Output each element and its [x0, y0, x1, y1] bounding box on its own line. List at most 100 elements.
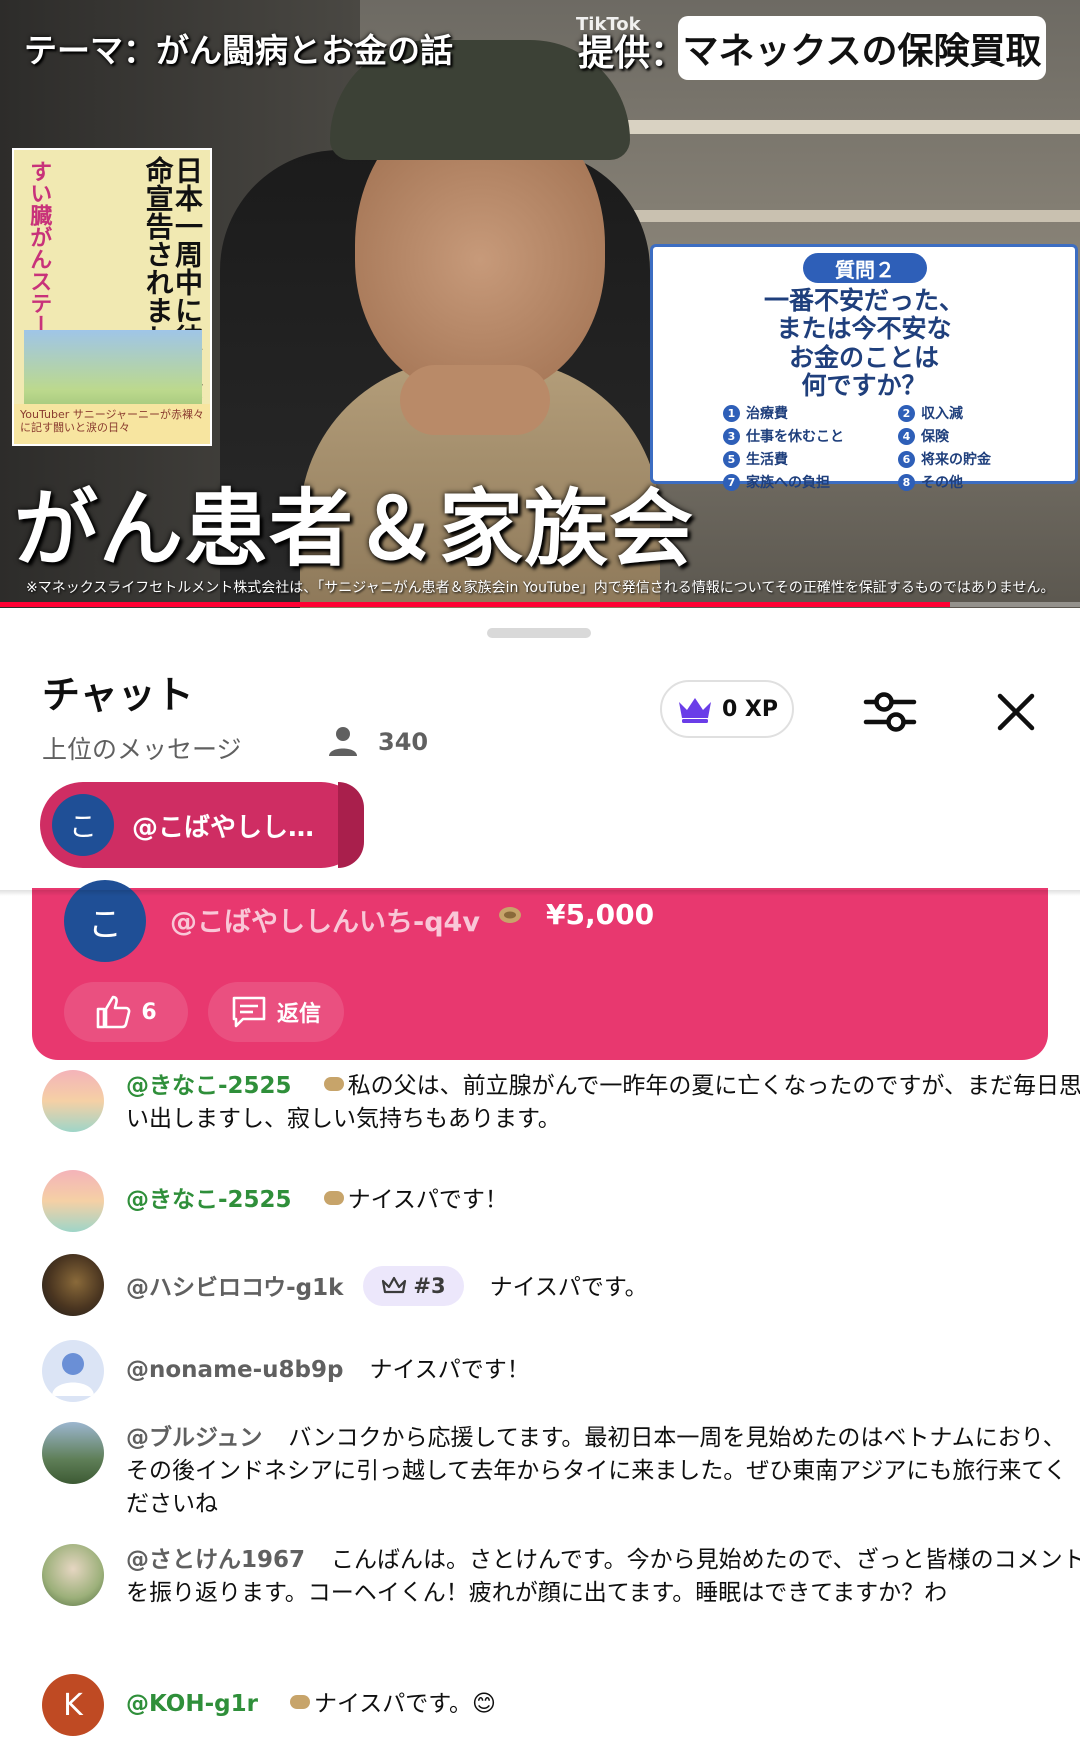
quiz-option-number: 5 [723, 450, 740, 468]
rank-label: #3 [413, 1273, 446, 1298]
crown-icon [382, 1276, 407, 1294]
member-badge-icon [323, 1076, 344, 1091]
avatar[interactable] [42, 1340, 104, 1402]
superchat-author[interactable]: @こばやししんいち-q4v [170, 900, 480, 939]
quiz-question: 一番不安だった、 または今不安な お金のことは 何ですか？ [653, 286, 1075, 400]
quiz-option-number: 7 [723, 473, 740, 491]
message-text: ナイスパです。😊 [313, 1691, 496, 1717]
message-text: バンコクから応援してます。最初日本一周を見始めたのはベトナムにおり、その後インド… [126, 1425, 1067, 1517]
chat-title: チャット [42, 673, 194, 717]
quiz-option: 3 仕事を休むこと [723, 426, 888, 446]
quiz-option-label: 保険 [921, 429, 949, 445]
quiz-options: 1 治療費 2 収入減 3 仕事を休むこと 4 保険 5 生活費 6 将来の貯金 7 家族への… [723, 403, 1063, 492]
quiz-option: 8 その他 [898, 472, 1063, 492]
streamer-hand [400, 365, 550, 435]
quiz-question-line: お金のことは [788, 342, 939, 372]
chat-settings-button[interactable] [860, 684, 920, 740]
chat-message-body: @きなこ-2525 私の父は、前立腺がんで一昨年の夏に亡くなったのですが、まだ毎日… [126, 1070, 1080, 1136]
video-big-title: がん患者＆家族会 [14, 480, 695, 578]
quiz-option-label: 生活費 [746, 452, 788, 468]
video-disclaimer: ※マネックスライフセトルメント株式会社は、「サニジャニがん患者＆家族会in Yo… [26, 580, 1055, 596]
avatar: こ [52, 794, 114, 856]
chat-filter-dropdown[interactable]: 上位のメッセージ [42, 730, 242, 766]
video-progress-bar[interactable] [0, 602, 1080, 607]
quiz-option-label: 治療費 [746, 406, 788, 422]
quiz-option-number: 2 [898, 404, 915, 422]
message-author[interactable]: @きなこ-2525 [126, 1073, 292, 1099]
sheet-drag-handle[interactable] [487, 628, 591, 638]
quiz-option-label: 仕事を休むこと [746, 429, 844, 445]
sponsor-label: 提供： [578, 33, 687, 74]
quiz-question-line: 何ですか？ [801, 370, 927, 400]
crown-icon [678, 698, 711, 723]
sliders-icon [863, 692, 917, 732]
quiz-option-label: その他 [921, 475, 963, 491]
message-author[interactable]: @ハシビロコウ-g1k [126, 1275, 343, 1301]
message-author[interactable]: @KOH-g1r [126, 1691, 258, 1717]
avatar[interactable] [42, 1070, 104, 1132]
chat-message-body: @きなこ-2525 ナイスパです！ [126, 1184, 1080, 1217]
quiz-option: 4 保険 [898, 426, 1063, 446]
quiz-question-line: または今不安な [776, 314, 952, 344]
message-author[interactable]: @さとけん1967 [126, 1547, 305, 1573]
avatar[interactable] [42, 1544, 104, 1606]
avatar[interactable] [42, 1170, 104, 1232]
default-avatar-icon [52, 1353, 94, 1396]
pinned-superchat-chip[interactable]: こ @こばやしし… [40, 782, 364, 868]
like-button[interactable]: 6 [64, 982, 188, 1042]
quiz-panel: 質問２ 一番不安だった、 または今不安な お金のことは 何ですか？ 1 治療費 2… [650, 244, 1078, 491]
close-chat-button[interactable] [990, 686, 1042, 738]
video-player[interactable]: テーマ：がん闘病とお金の話 TikTok 提供： マネックスの保険買取 日本一周… [0, 0, 1080, 608]
avatar[interactable] [42, 1254, 104, 1316]
reply-comment-icon [232, 996, 266, 1028]
sponsor-name: マネックスの保険買取 [678, 16, 1046, 80]
message-author[interactable]: @ブルジュン [126, 1425, 262, 1451]
reply-label: 返信 [276, 1002, 321, 1027]
xp-button[interactable]: 0 XP [660, 680, 794, 738]
quiz-option: 7 家族への負担 [723, 472, 888, 492]
header-divider [0, 890, 1080, 896]
chat-panel: チャット 上位のメッセージ 340 0 XP こ @こばやしし… こ @こばやし… [0, 608, 1080, 1762]
chat-message-body: @ブルジュン バンコクから応援してます。最初日本一周を見始めたのはベトナムにおり、… [126, 1422, 1080, 1521]
quiz-option-label: 家族への負担 [746, 475, 830, 491]
quiz-option-number: 3 [723, 427, 740, 445]
reply-button[interactable]: 返信 [208, 982, 344, 1042]
quiz-option-label: 収入減 [921, 406, 963, 422]
quiz-option-number: 8 [898, 473, 915, 491]
message-author[interactable]: @noname-u8b9p [126, 1357, 344, 1383]
avatar[interactable] [42, 1422, 104, 1484]
quiz-option-number: 1 [723, 404, 740, 422]
quiz-question-line: 一番不安だった、 [763, 286, 964, 315]
quiz-option-number: 6 [898, 450, 915, 468]
quiz-option: 6 将来の貯金 [898, 449, 1063, 469]
avatar[interactable]: K [42, 1674, 104, 1736]
quiz-badge: 質問２ [803, 253, 927, 283]
chat-message-body: @noname-u8b9p ナイスパです！ [126, 1354, 1080, 1387]
quiz-option-number: 4 [898, 427, 915, 445]
superchat-card[interactable]: こ @こばやししんいち-q4v ¥5,000 6 返信 [32, 880, 1048, 1060]
quiz-option: 1 治療費 [723, 403, 888, 423]
superchat-amount: ¥5,000 [546, 898, 655, 931]
close-icon [997, 693, 1035, 731]
chat-message-body: @ハシビロコウ-g1k #3 ナイスパです。 [126, 1266, 1080, 1308]
message-text: ナイスパです！ [347, 1187, 508, 1213]
book-footer: YouTuber サニージャーニーが赤裸々に記す闘いと涙の日々 [14, 404, 210, 444]
chat-message-body: @KOH-g1r ナイスパです。😊 [126, 1688, 1080, 1721]
video-progress-fill [0, 602, 951, 607]
member-badge-icon [289, 1694, 310, 1709]
viewer-count: 340 [378, 728, 429, 756]
like-count: 6 [141, 999, 157, 1025]
quiz-option: 2 収入減 [898, 403, 1063, 423]
member-badge-icon [323, 1190, 344, 1205]
xp-label: 0 XP [721, 696, 779, 722]
pinned-chip-author: @こばやしし… [132, 812, 315, 843]
pinned-chip-timer [338, 782, 364, 868]
video-topic-caption: テーマ：がん闘病とお金の話 [24, 31, 453, 70]
member-badge-icon [499, 907, 521, 923]
message-text: ナイスパです。 [489, 1274, 648, 1301]
message-author[interactable]: @きなこ-2525 [126, 1187, 292, 1213]
video-shelf-lower [620, 210, 1080, 222]
message-text: ナイスパです！ [369, 1357, 530, 1383]
quiz-option: 5 生活費 [723, 449, 888, 469]
book-cover: 日本一周中に彼女が余命宣告されました。 すい臓がんステージ4 YouTuber … [12, 148, 212, 446]
